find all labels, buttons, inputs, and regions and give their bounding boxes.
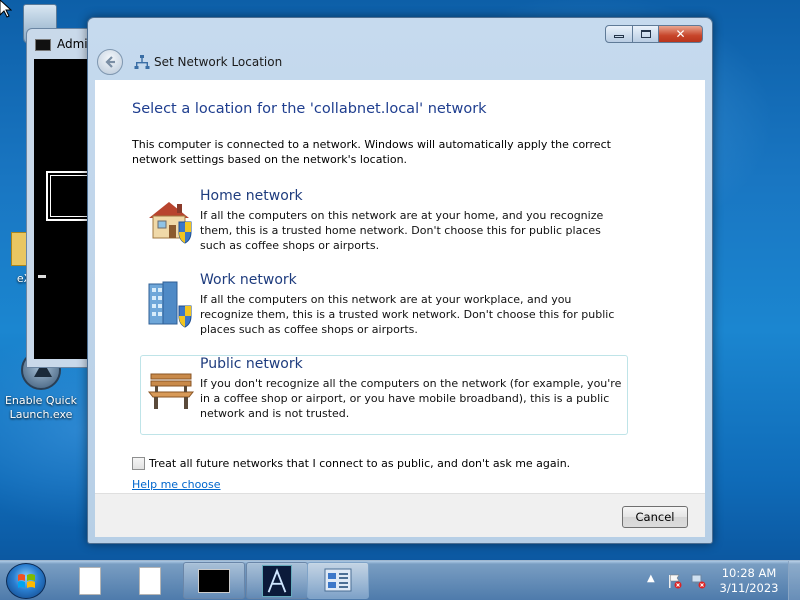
taskbar-console[interactable]	[183, 562, 245, 599]
taskbar-app-a[interactable]	[246, 562, 308, 599]
option-description: If you don't recognize all the computers…	[200, 377, 622, 420]
treat-as-public-row[interactable]: Treat all future networks that I connect…	[132, 457, 570, 470]
clock-time: 10:28 AM	[721, 566, 777, 580]
command-prompt-icon	[198, 569, 230, 593]
back-arrow-icon	[105, 56, 115, 68]
option-work-network[interactable]: Work network If all the computers on thi…	[140, 271, 628, 343]
taskbar: ▲ 10:28 AM 3/11/2023	[0, 560, 800, 600]
work-icon	[148, 281, 192, 328]
document-icon	[139, 567, 161, 595]
bench-icon	[147, 373, 195, 409]
action-center-flag-icon[interactable]	[666, 573, 682, 589]
show-desktop-button[interactable]	[788, 561, 800, 600]
option-title: Work network	[200, 272, 297, 288]
console-frame-inner	[50, 175, 92, 217]
taskbar-network-location[interactable]	[307, 562, 369, 599]
set-network-location-dialog: ✕ Set Network Location Select a location…	[87, 17, 713, 544]
navigation-bar: Set Network Location	[96, 48, 704, 80]
clock-date: 3/11/2023	[719, 581, 779, 595]
intro-text: This computer is connected to a network.…	[132, 138, 611, 166]
windows-logo-icon	[18, 574, 35, 588]
maximize-button[interactable]	[633, 25, 659, 43]
minimize-button[interactable]	[605, 25, 633, 43]
window-controls: ✕	[605, 25, 703, 43]
option-description: If all the computers on this network are…	[200, 293, 615, 336]
minimize-icon	[614, 34, 624, 38]
maximize-icon	[640, 30, 651, 38]
mouse-cursor-icon	[0, 0, 12, 18]
cancel-button[interactable]: Cancel	[622, 506, 688, 528]
dialog-title: Set Network Location	[154, 55, 283, 69]
network-icon	[134, 55, 150, 69]
help-me-choose-link[interactable]: Help me choose	[132, 478, 221, 491]
close-button[interactable]: ✕	[659, 25, 703, 43]
close-icon: ✕	[675, 27, 686, 41]
start-button[interactable]	[6, 563, 46, 599]
network-settings-icon	[324, 568, 352, 592]
option-title: Public network	[200, 356, 303, 372]
option-public-network[interactable]: Public network If you don't recognize al…	[140, 355, 628, 435]
option-title: Home network	[200, 188, 303, 204]
taskbar-clock[interactable]: 10:28 AM 3/11/2023	[716, 566, 782, 596]
taskbar-document-2[interactable]	[130, 562, 170, 599]
dialog-content: Select a location for the 'collabnet.loc…	[95, 80, 705, 493]
taskbar-document-1[interactable]	[70, 562, 110, 599]
option-description: If all the computers on this network are…	[200, 209, 604, 252]
document-icon	[79, 567, 101, 595]
option-home-network[interactable]: Home network If all the computers on thi…	[140, 187, 628, 259]
system-tray: ▲ 10:28 AM 3/11/2023	[640, 561, 800, 600]
back-button[interactable]	[97, 49, 123, 75]
home-icon	[149, 202, 192, 244]
show-hidden-icons-button[interactable]: ▲	[647, 573, 655, 584]
network-status-icon[interactable]	[690, 573, 706, 589]
console-cursor	[38, 275, 46, 278]
console-icon	[35, 39, 51, 51]
app-a-icon	[262, 565, 292, 597]
treat-as-public-checkbox[interactable]	[132, 457, 145, 470]
checkbox-label: Treat all future networks that I connect…	[149, 457, 571, 470]
page-heading: Select a location for the 'collabnet.loc…	[132, 101, 487, 117]
dialog-footer: Cancel	[95, 493, 705, 537]
desktop-icon-label: Enable Quick Launch.exe	[4, 394, 78, 421]
